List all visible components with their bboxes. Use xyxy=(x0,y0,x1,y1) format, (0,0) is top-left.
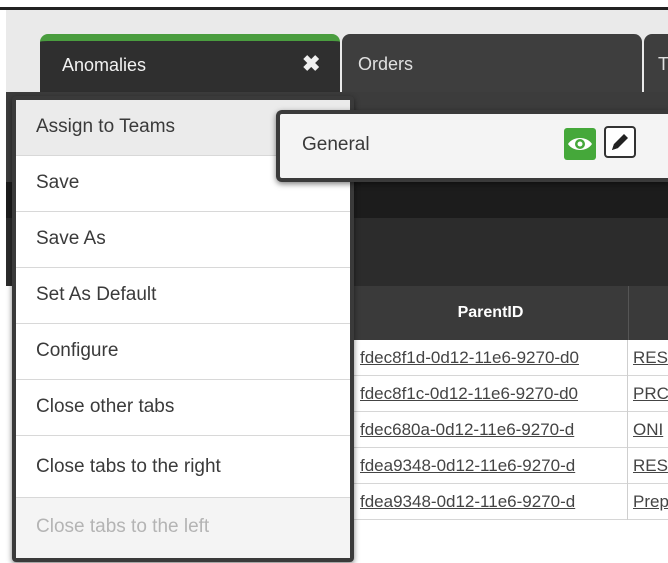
tab-label: Anomalies xyxy=(62,55,147,75)
eye-icon[interactable] xyxy=(564,128,596,160)
cell-parentid[interactable]: fdea9348-0d12-11e6-9270-d xyxy=(352,484,628,520)
table-row[interactable]: fdea9348-0d12-11e6-9270-d RES xyxy=(352,448,668,484)
table-row[interactable]: fdec680a-0d12-11e6-9270-d ONI xyxy=(352,412,668,448)
cell-parentid[interactable]: fdec8f1d-0d12-11e6-9270-d0 xyxy=(352,340,628,376)
table-row[interactable]: fdea9348-0d12-11e6-9270-d Prep xyxy=(352,484,668,520)
close-icon[interactable]: ✖ xyxy=(302,51,320,77)
menu-item-configure[interactable]: Configure xyxy=(16,324,350,380)
tab-label: T xyxy=(658,54,668,74)
cell-parentid[interactable]: fdec680a-0d12-11e6-9270-d xyxy=(352,412,628,448)
cell-next[interactable]: ONI xyxy=(629,412,668,448)
column-header-parentid[interactable]: ParentID xyxy=(352,286,628,340)
tab-partial[interactable]: T xyxy=(644,34,668,92)
cell-next[interactable]: Prep xyxy=(629,484,668,520)
menu-item-close-tabs-left: Close tabs to the left xyxy=(16,498,350,558)
column-header-next[interactable] xyxy=(628,286,668,340)
tab-orders[interactable]: Orders xyxy=(342,34,642,92)
tab-anomalies[interactable]: Anomalies ✖ xyxy=(40,34,340,92)
cell-parentid[interactable]: fdec8f1c-0d12-11e6-9270-d0 xyxy=(352,376,628,412)
menu-item-set-as-default[interactable]: Set As Default xyxy=(16,268,350,324)
cell-next[interactable]: RES xyxy=(629,340,668,376)
cell-parentid[interactable]: fdea9348-0d12-11e6-9270-d xyxy=(352,448,628,484)
menu-item-close-tabs-right[interactable]: Close tabs to the right xyxy=(16,436,350,498)
team-submenu: General xyxy=(276,110,668,182)
team-option-general[interactable]: General xyxy=(302,134,370,156)
tab-label: Orders xyxy=(358,54,414,74)
pencil-icon[interactable] xyxy=(604,126,636,158)
cell-next[interactable]: RES xyxy=(629,448,668,484)
table-row[interactable]: fdec8f1d-0d12-11e6-9270-d0 RES xyxy=(352,340,668,376)
table-row[interactable]: fdec8f1c-0d12-11e6-9270-d0 PRC xyxy=(352,376,668,412)
menu-item-save-as[interactable]: Save As xyxy=(16,212,350,268)
window-top-border xyxy=(0,0,668,10)
menu-item-close-other-tabs[interactable]: Close other tabs xyxy=(16,380,350,436)
cell-next[interactable]: PRC xyxy=(629,376,668,412)
